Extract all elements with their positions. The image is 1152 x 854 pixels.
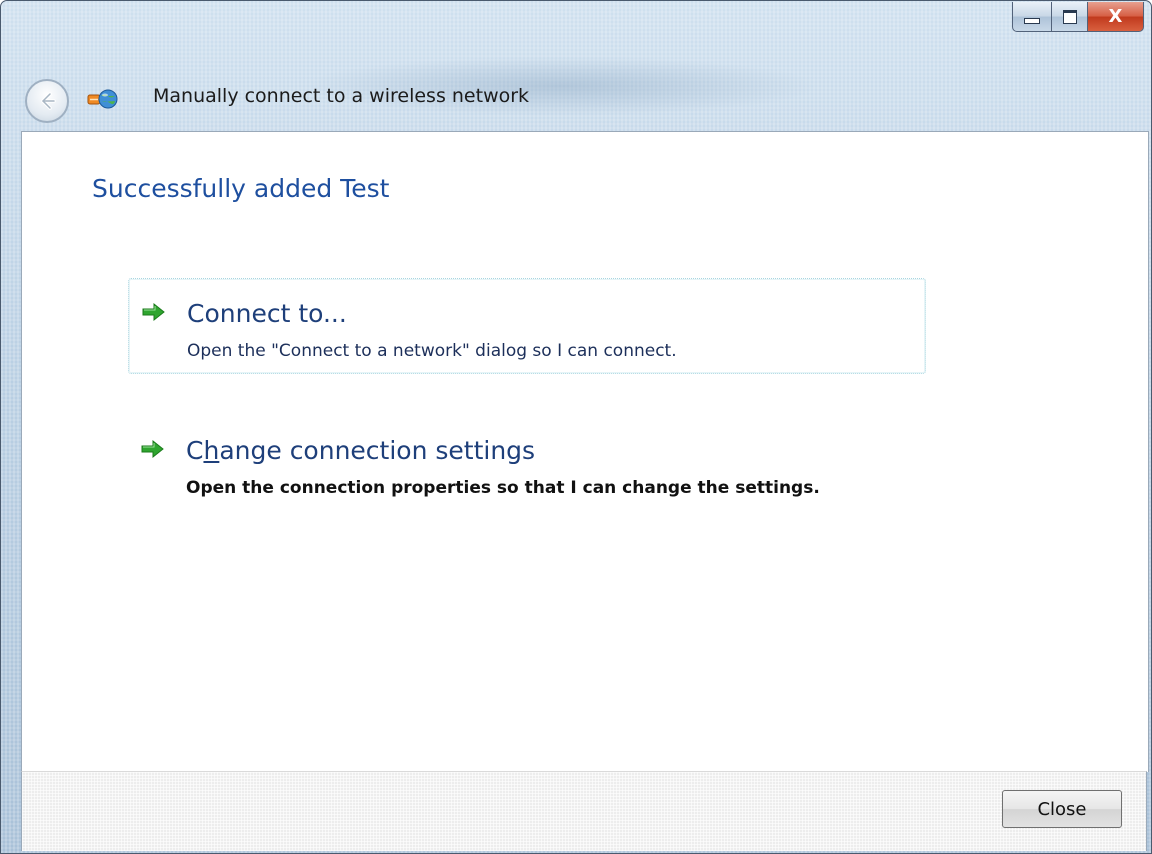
access-key: h [203, 436, 220, 465]
page-heading: Successfully added Test [92, 174, 390, 203]
connect-to-option[interactable]: Connect to... Open the "Connect to a net… [128, 278, 926, 374]
dialog-window: X Manually connect to a wireless network… [0, 0, 1152, 854]
navigation-bar: Manually connect to a wireless network [1, 67, 1151, 129]
back-arrow-icon [41, 92, 56, 110]
minimize-button[interactable] [1012, 2, 1052, 32]
caption-buttons: X [1012, 2, 1144, 34]
maximize-button[interactable] [1052, 2, 1088, 32]
content-area: Successfully added Test Connect to... Op… [21, 131, 1149, 772]
close-button[interactable]: Close [1002, 790, 1122, 828]
change-settings-description: Open the connection properties so that I… [186, 478, 820, 498]
green-arrow-icon [141, 439, 164, 459]
window-title: Manually connect to a wireless network [153, 85, 530, 107]
back-button[interactable] [25, 79, 69, 123]
change-settings-title: Change connection settings [186, 436, 535, 465]
title-part: ange connection settings [219, 436, 536, 465]
footer-bar: Close [21, 771, 1147, 851]
maximize-icon [1062, 9, 1077, 24]
connect-to-title: Connect to... [187, 299, 347, 328]
connect-to-description: Open the "Connect to a network" dialog s… [187, 341, 677, 361]
green-arrow-icon [142, 302, 165, 322]
title-part: C [186, 436, 204, 465]
window-close-button[interactable]: X [1088, 2, 1144, 32]
change-settings-option[interactable]: Change connection settings Open the conn… [128, 416, 926, 512]
close-icon: X [1108, 6, 1123, 27]
minimize-icon [1024, 17, 1040, 24]
network-globe-icon [87, 89, 118, 109]
